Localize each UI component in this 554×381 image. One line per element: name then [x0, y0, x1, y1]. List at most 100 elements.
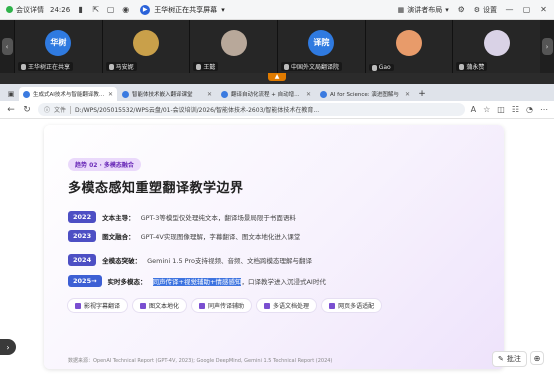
selected-text[interactable]: 同声传译+视觉辅助+情感感知: [152, 278, 242, 286]
zoom-button[interactable]: ⊕: [530, 351, 544, 365]
status-dot-icon: [6, 6, 13, 13]
page-favicon-icon: [221, 90, 228, 98]
side-panel-toggle[interactable]: ›: [0, 339, 16, 355]
browser-tab[interactable]: 智能体技术嵌入翻译课堂 ✕: [118, 87, 216, 101]
strip-prev-button[interactable]: ‹: [0, 20, 14, 73]
chip-interpreting: 同声传译辅助: [192, 299, 252, 312]
film-icon: [75, 302, 81, 309]
read-aloud-icon[interactable]: A: [471, 105, 476, 114]
globe-icon: [329, 302, 336, 309]
back-icon[interactable]: ←: [6, 105, 16, 115]
participant-tile[interactable]: 译院 中国外文局翻译院: [277, 20, 365, 73]
mic-icon: [21, 63, 26, 70]
maximize-icon[interactable]: ▢: [522, 5, 531, 14]
mic-icon: [459, 63, 465, 70]
participant-name-text: 中国外文局翻译院: [291, 64, 340, 71]
url-scheme-label: 文件: [54, 107, 67, 114]
participant-name: 马安妮: [105, 62, 137, 71]
settings-label: 设置: [483, 5, 497, 14]
strip-next-button[interactable]: ›: [540, 20, 554, 73]
trend-badge: 趋势 02 · 多模态融合: [68, 158, 141, 171]
timeline-desc: Gemini 1.5 Pro支持视频、音频、文档跨模态理解与翻译: [147, 257, 312, 265]
presentation-slide: 趋势 02 · 多模态融合 多模态感知重塑翻译教学边界 2022 文本主导： G…: [44, 125, 504, 369]
source-note: 数据来源：OpenAI Technical Report (GPT-4V, 20…: [68, 358, 333, 364]
share-screen-icon: ▶: [140, 4, 151, 15]
timeline-key: 实时多模态：: [107, 278, 147, 286]
chip-label: 同声传译辅助: [208, 303, 245, 310]
collections-icon[interactable]: ☷: [512, 105, 519, 114]
timeline-row: 2023 图文融合： GPT-4V实现图像理解，字幕翻译、图文本地化进入课堂: [68, 230, 300, 242]
participant-name-text: Gao: [378, 64, 391, 71]
participant-name-text: 王懿: [203, 64, 216, 71]
collapse-strip-button[interactable]: ▲: [268, 73, 286, 81]
pen-icon: ✎: [498, 355, 504, 363]
timeline-key: 文本主导：: [102, 214, 135, 222]
participant-name-text: 王华树正在共享: [28, 64, 71, 71]
chip-label: 网页多语适配: [338, 303, 375, 310]
timeline-row: 2025→ 实时多模态： 同声传译+视觉辅助+情感感知，口译教学进入沉浸式AI时…: [68, 275, 326, 287]
split-screen-icon[interactable]: ◫: [497, 105, 505, 114]
participant-tile[interactable]: 王懿: [189, 20, 278, 73]
avatar: [396, 29, 423, 56]
page-favicon-icon: [320, 90, 327, 98]
participant-name-text: 马安妮: [115, 64, 134, 71]
headphones-icon: [199, 302, 206, 309]
signal-icon: ▮: [78, 5, 83, 14]
browser-tab[interactable]: 生成式AI技术与智能翻译教学 - 翻译教学 ✕: [19, 87, 117, 101]
record-icon[interactable]: ◉: [121, 5, 130, 14]
tab-label: AI for Science: 演进图解与: [330, 92, 399, 98]
new-tab-button[interactable]: +: [415, 87, 429, 101]
meeting-status[interactable]: 会议详情: [6, 5, 44, 15]
close-icon[interactable]: ✕: [539, 5, 548, 14]
participant-tile[interactable]: 蒲永赞: [452, 20, 541, 73]
refresh-icon[interactable]: ↻: [22, 105, 32, 115]
participant-tile[interactable]: 华树 王华树正在共享: [14, 20, 102, 73]
participant-name: 中国外文局翻译院: [281, 62, 343, 71]
timeline-desc: ，口译教学进入沉浸式AI时代: [241, 278, 326, 286]
browser-tab[interactable]: AI for Science: 演进图解与 ✕: [316, 87, 414, 101]
year-badge: 2023: [68, 230, 97, 242]
annotate-button[interactable]: ✎ 批注: [492, 351, 527, 367]
participant-name-text: 蒲永赞: [466, 64, 485, 71]
expand-icon[interactable]: ⇱: [91, 5, 100, 14]
participant-tile[interactable]: 马安妮: [101, 20, 190, 73]
annotate-label: 批注: [506, 355, 521, 363]
timeline-row: 2024 全模态突破： Gemini 1.5 Pro支持视频、音频、文档跨模态理…: [68, 254, 312, 266]
chip-document: 多语文档处理: [257, 299, 317, 312]
tab-close-icon[interactable]: ✕: [405, 91, 410, 98]
browser-tab[interactable]: 翻译自动化流程 + 自动增能对照 ✕: [217, 87, 315, 101]
timeline-desc: GPT-4V实现图像理解，字幕翻译、图文本地化进入课堂: [140, 233, 301, 241]
chip-label: 多语文档处理: [273, 303, 310, 310]
tab-close-icon[interactable]: ✕: [207, 91, 212, 98]
gear-icon-small[interactable]: ⚙: [457, 5, 466, 14]
year-badge: 2022: [68, 211, 97, 223]
page-favicon-icon: [23, 90, 30, 98]
layout-dropdown[interactable]: ▦ 演讲者布局 ▾: [398, 5, 449, 15]
tab-close-icon[interactable]: ✕: [108, 91, 113, 98]
browser-tab-bar: ▣ 生成式AI技术与智能翻译教学 - 翻译教学 ✕ 智能体技术嵌入翻译课堂 ✕ …: [0, 84, 554, 101]
browser-address-bar: ← ↻ ⓘ 文件 D:/WPS/205015532/WPS云盘/01-会议培训/…: [0, 101, 554, 119]
meeting-time: 24:26: [50, 5, 71, 14]
avatar: [133, 29, 159, 56]
layout-icon: ▦: [397, 5, 405, 14]
copy-icon[interactable]: ▢: [106, 5, 115, 14]
chip-label: 图文本地化: [149, 303, 180, 310]
screen-share-indicator[interactable]: ▶ 王华树正在共享屏幕 ▾: [136, 4, 229, 15]
settings-button[interactable]: ⚙ 设置: [474, 5, 497, 15]
participant-name: 王华树正在共享: [18, 62, 74, 71]
meeting-details-label: 会议详情: [16, 5, 44, 14]
tab-actions-icon[interactable]: ▣: [4, 87, 18, 101]
more-options-icon[interactable]: ⋯: [540, 105, 548, 114]
year-badge: 2025→: [68, 275, 102, 287]
profile-icon[interactable]: ◔: [526, 105, 533, 114]
participant-tile[interactable]: Gao: [364, 20, 453, 73]
mic-icon: [284, 63, 290, 70]
chip-label: 影视字幕翻译: [84, 303, 121, 310]
chip-web: 网页多语适配: [322, 299, 382, 312]
tab-close-icon[interactable]: ✕: [306, 91, 311, 98]
avatar: 译院: [308, 29, 335, 56]
avatar: [483, 29, 510, 56]
favorite-icon[interactable]: ☆: [483, 105, 490, 114]
url-field[interactable]: ⓘ 文件 D:/WPS/205015532/WPS云盘/01-会议培训/2026…: [38, 103, 465, 116]
minimize-icon[interactable]: —: [505, 5, 514, 14]
